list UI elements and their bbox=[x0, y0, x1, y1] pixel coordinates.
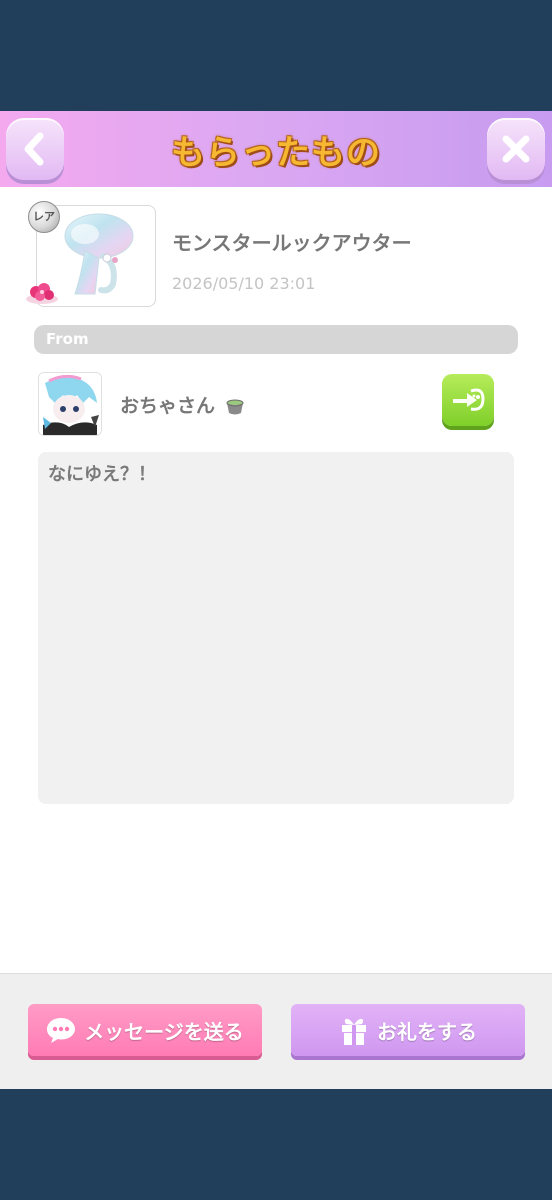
profile-link-icon bbox=[453, 388, 485, 411]
send-thanks-label: お礼をする bbox=[377, 1019, 477, 1044]
flower-icon bbox=[26, 283, 58, 304]
from-section-header: From bbox=[34, 325, 518, 354]
tea-cup-icon bbox=[226, 399, 244, 414]
close-button[interactable] bbox=[487, 118, 545, 180]
header: もらったもの bbox=[0, 111, 552, 187]
received-date: 2026/05/10 23:01 bbox=[172, 274, 316, 293]
avatar-image bbox=[39, 373, 101, 435]
chat-bubble-icon bbox=[46, 1016, 76, 1044]
message-box: なにゆえ？！ bbox=[38, 452, 514, 804]
view-profile-button[interactable] bbox=[442, 374, 494, 426]
send-message-button[interactable]: メッセージを送る bbox=[28, 1004, 262, 1056]
message-text: なにゆえ？！ bbox=[48, 464, 156, 485]
send-thanks-button[interactable]: お礼をする bbox=[291, 1004, 525, 1056]
sender-name-text: おちゃさん bbox=[120, 395, 216, 417]
item-name: モンスタールックアウター bbox=[172, 231, 412, 255]
footer-bar: メッセージを送る お礼をする bbox=[0, 973, 552, 1089]
sender-name: おちゃさん bbox=[120, 391, 246, 418]
gift-icon bbox=[339, 1014, 369, 1046]
sender-avatar[interactable] bbox=[38, 372, 102, 436]
rarity-badge: レア bbox=[28, 201, 60, 233]
page-title: もらったもの bbox=[171, 133, 381, 173]
gift-detail-modal: もらったもの レア モンスタールックアウター 2026/05/10 23:01 … bbox=[0, 111, 552, 1089]
from-label: From bbox=[46, 330, 89, 348]
close-icon bbox=[502, 135, 530, 163]
send-message-label: メッセージを送る bbox=[84, 1019, 244, 1044]
